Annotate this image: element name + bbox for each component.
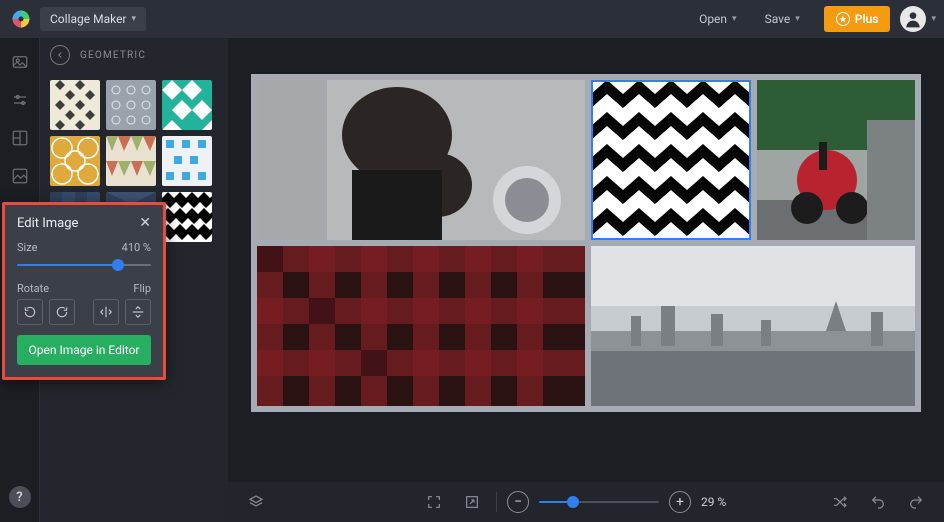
canvas-area: − + 29 % — [228, 38, 944, 522]
sidebar: GEOMETRIC Edit Image ✕ Size 410 % — [40, 38, 228, 522]
pattern-thumb[interactable] — [162, 136, 212, 186]
canvas-scroll[interactable] — [228, 38, 944, 482]
edit-image-panel: Edit Image ✕ Size 410 % Rotate Flip — [2, 202, 166, 380]
expand-icon[interactable] — [458, 488, 486, 516]
open-label: Open — [699, 12, 727, 26]
pattern-thumb[interactable] — [50, 80, 100, 130]
avatar — [900, 6, 926, 32]
save-label: Save — [765, 12, 791, 26]
account-menu[interactable]: ▾ — [900, 6, 936, 32]
pattern-thumb[interactable] — [106, 136, 156, 186]
open-menu[interactable]: Open ▾ — [689, 7, 747, 31]
help-button[interactable]: ? — [9, 486, 31, 508]
plus-label: Plus — [855, 12, 879, 26]
open-in-editor-button[interactable]: Open Image in Editor — [17, 335, 151, 365]
chevron-down-icon: ▾ — [132, 14, 137, 24]
open-in-editor-label: Open Image in Editor — [29, 343, 140, 357]
flip-label: Flip — [133, 282, 151, 295]
rotate-left-button[interactable] — [17, 299, 43, 325]
rotate-right-button[interactable] — [49, 299, 75, 325]
star-icon: ★ — [836, 12, 850, 26]
zoom-value: 29 % — [701, 495, 741, 509]
category-label: GEOMETRIC — [80, 50, 146, 61]
pattern-thumb[interactable] — [50, 136, 100, 186]
zoom-out-button[interactable]: − — [507, 491, 529, 513]
shuffle-icon[interactable] — [826, 488, 854, 516]
size-label: Size — [17, 241, 37, 254]
rotate-label: Rotate — [17, 282, 49, 295]
top-bar: Collage Maker ▾ Open ▾ Save ▾ ★ Plus ▾ — [0, 0, 944, 38]
undo-icon[interactable] — [864, 488, 892, 516]
pattern-thumb[interactable] — [162, 192, 212, 242]
app-logo — [8, 6, 34, 32]
pattern-thumb[interactable] — [162, 80, 212, 130]
chevron-down-icon: ▾ — [931, 14, 936, 24]
chevron-down-icon: ▾ — [795, 14, 800, 24]
size-slider[interactable] — [17, 258, 151, 272]
divider — [496, 492, 497, 512]
app-title-text: Collage Maker — [50, 12, 127, 26]
collage-cell[interactable] — [257, 246, 585, 406]
chevron-down-icon: ▾ — [732, 14, 737, 24]
sliders-tool-icon[interactable] — [10, 90, 30, 110]
redo-icon[interactable] — [902, 488, 930, 516]
collage-background — [251, 74, 921, 412]
flip-horizontal-button[interactable] — [93, 299, 119, 325]
back-button[interactable] — [50, 45, 70, 65]
plus-upgrade-button[interactable]: ★ Plus — [824, 6, 891, 32]
app-title-dropdown[interactable]: Collage Maker ▾ — [40, 7, 146, 31]
main-area: ? GEOMETRIC Edit Image ✕ — [0, 38, 944, 522]
size-value: 410 % — [122, 241, 151, 254]
fit-screen-icon[interactable] — [420, 488, 448, 516]
zoom-in-button[interactable]: + — [669, 491, 691, 513]
image-tool-icon[interactable] — [10, 52, 30, 72]
save-menu[interactable]: Save ▾ — [755, 7, 810, 31]
pattern-thumb[interactable] — [106, 80, 156, 130]
bottom-bar: − + 29 % — [228, 482, 944, 522]
layers-icon[interactable] — [242, 488, 270, 516]
edit-panel-title: Edit Image — [17, 216, 78, 231]
close-icon[interactable]: ✕ — [139, 215, 151, 231]
flip-vertical-button[interactable] — [125, 299, 151, 325]
collage-cell[interactable] — [757, 80, 915, 240]
pattern-tool-icon[interactable] — [10, 166, 30, 186]
collage-cell-selected[interactable] — [591, 80, 751, 240]
collage-cell[interactable] — [257, 80, 585, 240]
layout-tool-icon[interactable] — [10, 128, 30, 148]
collage-cell[interactable] — [591, 246, 915, 406]
zoom-slider[interactable] — [539, 495, 659, 509]
sidebar-header: GEOMETRIC — [40, 38, 228, 72]
collage — [257, 80, 915, 406]
